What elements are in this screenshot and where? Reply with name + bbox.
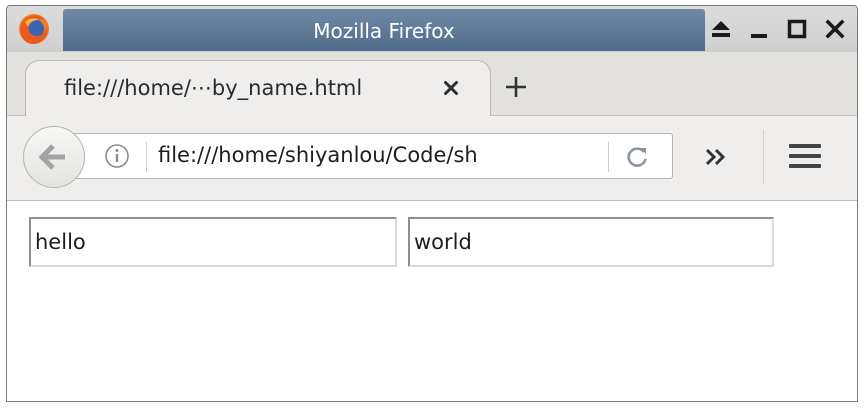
overflow-menu-button[interactable] (701, 142, 731, 172)
navigation-bar: file:///home/shiyanlou/Code/sh (7, 116, 857, 201)
reload-icon[interactable] (624, 144, 650, 170)
page-content (7, 201, 857, 401)
back-arrow-icon (39, 144, 65, 170)
title-bar-center: Mozilla Firefox (63, 9, 705, 51)
back-button[interactable] (23, 126, 85, 188)
minimize-icon (751, 34, 767, 38)
eject-button[interactable] (709, 17, 733, 41)
info-icon[interactable] (104, 143, 130, 169)
new-tab-button[interactable] (501, 72, 531, 102)
tab-label: file:///home/⋯by_name.html (64, 76, 363, 100)
url-bar[interactable]: file:///home/shiyanlou/Code/sh (61, 133, 673, 179)
hamburger-menu-icon (789, 144, 821, 168)
window-title: Mozilla Firefox (313, 19, 455, 43)
menu-button[interactable] (787, 140, 823, 172)
maximize-icon (787, 19, 807, 39)
minimize-button[interactable] (747, 17, 771, 41)
close-button[interactable] (823, 17, 847, 41)
eject-icon (712, 21, 730, 37)
url-text[interactable]: file:///home/shiyanlou/Code/sh (158, 143, 548, 167)
maximize-button[interactable] (785, 17, 809, 41)
url-separator (146, 142, 147, 172)
tab-active[interactable]: file:///home/⋯by_name.html (25, 60, 491, 116)
text-input-hello[interactable] (29, 217, 397, 267)
firefox-logo-icon (19, 14, 49, 44)
toolbar-separator (763, 130, 764, 184)
tab-close-button[interactable] (438, 75, 464, 101)
text-input-world[interactable] (408, 217, 774, 267)
url-separator (608, 142, 609, 172)
window-controls (709, 14, 847, 44)
plus-icon (506, 77, 526, 97)
close-icon (825, 19, 845, 39)
double-chevron-icon (705, 148, 726, 166)
tab-close-icon (444, 81, 458, 95)
browser-window: Mozilla Firefox file:///home/⋯by_name.ht… (6, 5, 858, 402)
tab-strip: file:///home/⋯by_name.html (7, 52, 857, 116)
title-bar: Mozilla Firefox (7, 6, 857, 52)
